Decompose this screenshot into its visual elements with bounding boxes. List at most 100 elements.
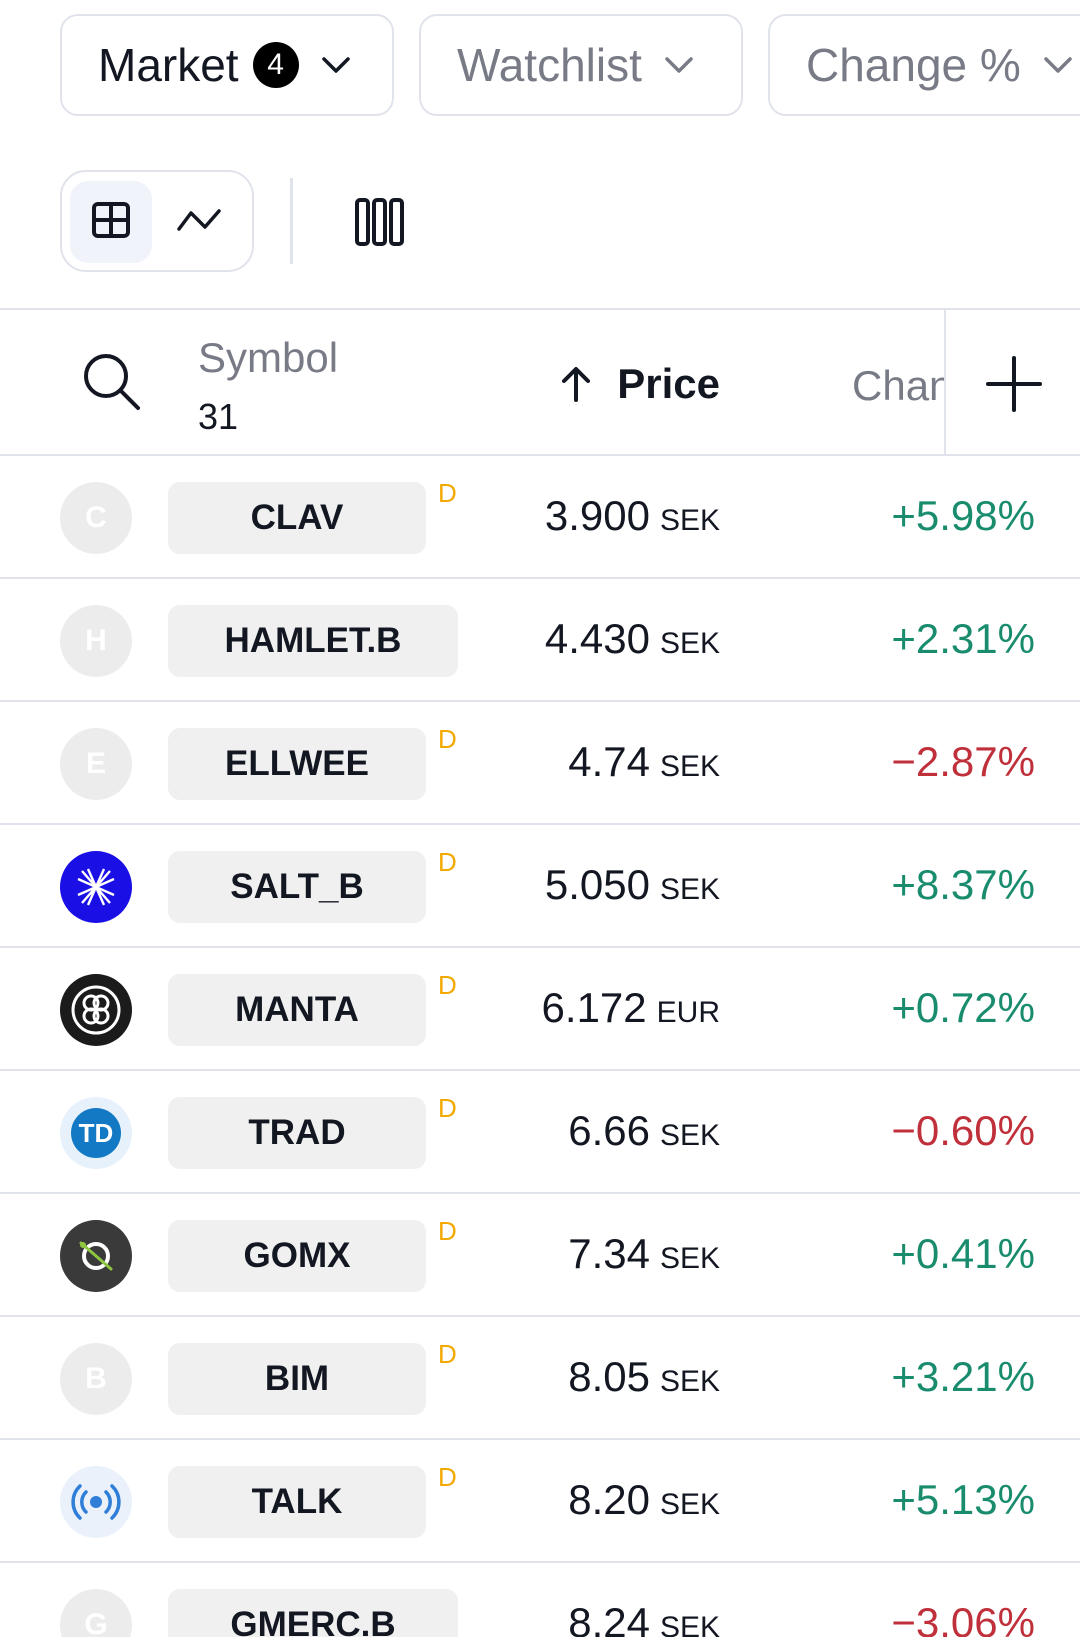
price-value: 7.34: [568, 1230, 650, 1277]
symbol-list: C CLAV D 3.900 SEK +5.98% H HAMLET.B 4.430 SEK +2.…: [0, 456, 1080, 1637]
table-row[interactable]: SALT_B D 5.050 SEK +8.37%: [0, 825, 1080, 948]
trad-logo-icon: TD: [60, 1097, 132, 1169]
table-row[interactable]: H HAMLET.B 4.430 SEK +2.31%: [0, 579, 1080, 702]
price-currency: SEK: [659, 1488, 720, 1521]
toolbar-divider: [290, 178, 293, 264]
price-cell: 8.20 SEK: [568, 1476, 720, 1524]
price-cell: 7.34 SEK: [568, 1230, 720, 1278]
change-percent: +5.13%: [891, 1476, 1035, 1523]
columns-icon: [354, 196, 406, 253]
price-currency: SEK: [659, 750, 720, 783]
table-row[interactable]: TALK D 8.20 SEK +5.13%: [0, 1440, 1080, 1563]
change-percent: −2.87%: [891, 738, 1035, 785]
market-filter-button[interactable]: Market 4: [60, 14, 394, 116]
delayed-data-marker: D: [438, 970, 457, 1000]
change-percent: +0.72%: [891, 984, 1035, 1031]
change-percent: +2.31%: [891, 615, 1035, 662]
table-header: Symbol 31 Price Chan: [0, 308, 1080, 456]
add-column-button[interactable]: [984, 354, 1044, 414]
symbol-ticker[interactable]: CLAV: [168, 482, 426, 554]
price-value: 8.24: [568, 1599, 650, 1637]
sort-ascending-icon: [561, 366, 591, 402]
change-column-header[interactable]: Chan: [852, 362, 946, 410]
price-value: 6.172: [541, 984, 647, 1031]
table-icon: [91, 200, 131, 245]
chart-view-button[interactable]: [158, 181, 240, 263]
chevron-down-icon: [664, 56, 694, 74]
chevron-down-icon: [321, 56, 351, 74]
search-icon[interactable]: [80, 350, 144, 414]
delayed-data-marker: D: [438, 1462, 457, 1492]
table-row[interactable]: G GMERC.B 8.24 SEK −3.06%: [0, 1563, 1080, 1637]
price-value: 4.74: [568, 738, 650, 785]
delayed-data-marker: D: [438, 478, 457, 508]
watchlist-filter-button[interactable]: Watchlist: [419, 14, 743, 116]
change-percent: +5.98%: [891, 492, 1035, 539]
delayed-data-marker: D: [438, 1093, 457, 1123]
price-cell: 6.172 EUR: [542, 984, 720, 1032]
price-column-header[interactable]: Price: [561, 360, 720, 408]
price-cell: 6.66 SEK: [568, 1107, 720, 1155]
symbol-ticker[interactable]: HAMLET.B: [168, 605, 458, 677]
price-currency: SEK: [659, 1242, 720, 1275]
symbol-ticker[interactable]: SALT_B: [168, 851, 426, 923]
price-cell: 3.900 SEK: [545, 492, 720, 540]
price-cell: 8.05 SEK: [568, 1353, 720, 1401]
symbol-ticker[interactable]: MANTA: [168, 974, 426, 1046]
change-percent: −0.60%: [891, 1107, 1035, 1154]
market-filter-label: Market: [98, 39, 239, 91]
price-value: 8.20: [568, 1476, 650, 1523]
screener-page: Market 4 Watchlist Change % Symbol 31 Pr…: [0, 0, 1080, 1637]
salt-logo-icon: [60, 851, 132, 923]
change-percent: +0.41%: [891, 1230, 1035, 1277]
symbol-logo: E: [60, 728, 132, 800]
price-currency: SEK: [659, 873, 720, 906]
table-row[interactable]: TD TRAD D 6.66 SEK −0.60%: [0, 1071, 1080, 1194]
symbol-logo: H: [60, 605, 132, 677]
change-filter-label: Change %: [806, 39, 1021, 91]
delayed-data-marker: D: [438, 724, 457, 754]
price-value: 5.050: [544, 861, 650, 908]
delayed-data-marker: D: [438, 1216, 457, 1246]
symbol-logo: G: [60, 1589, 132, 1637]
change-filter-button[interactable]: Change %: [768, 14, 1080, 116]
symbol-ticker[interactable]: TALK: [168, 1466, 426, 1538]
table-row[interactable]: E ELLWEE D 4.74 SEK −2.87%: [0, 702, 1080, 825]
symbol-ticker[interactable]: TRAD: [168, 1097, 426, 1169]
table-row[interactable]: C CLAV D 3.900 SEK +5.98%: [0, 456, 1080, 579]
table-row[interactable]: MANTA D 6.172 EUR +0.72%: [0, 948, 1080, 1071]
table-row[interactable]: B BIM D 8.05 SEK +3.21%: [0, 1317, 1080, 1440]
symbol-ticker[interactable]: ELLWEE: [168, 728, 426, 800]
table-view-button[interactable]: [70, 181, 152, 263]
symbol-column-header[interactable]: Symbol: [198, 334, 338, 382]
delayed-data-marker: D: [438, 847, 457, 877]
price-currency: SEK: [659, 1611, 720, 1637]
svg-text:TD: TD: [79, 1118, 114, 1148]
change-percent: −3.06%: [891, 1599, 1035, 1637]
change-percent: +8.37%: [891, 861, 1035, 908]
chevron-down-icon: [1043, 56, 1073, 74]
symbol-logo: C: [60, 482, 132, 554]
symbol-ticker[interactable]: GMERC.B: [168, 1589, 458, 1637]
symbol-ticker[interactable]: GOMX: [168, 1220, 426, 1292]
price-value: 8.05: [568, 1353, 650, 1400]
view-toggle: [60, 170, 254, 272]
line-chart-icon: [177, 207, 221, 238]
price-currency: SEK: [659, 504, 720, 537]
talk-logo-icon: [60, 1466, 132, 1538]
manta-logo-icon: [60, 974, 132, 1046]
columns-settings-button[interactable]: [340, 184, 420, 264]
price-cell: 5.050 SEK: [545, 861, 720, 909]
symbol-ticker[interactable]: BIM: [168, 1343, 426, 1415]
price-currency: SEK: [659, 1119, 720, 1152]
price-value: 4.430: [544, 615, 650, 662]
price-column-label: Price: [617, 360, 720, 407]
price-currency: SEK: [659, 627, 720, 660]
plus-icon: [986, 356, 1042, 412]
price-currency: SEK: [659, 1365, 720, 1398]
price-cell: 4.430 SEK: [545, 615, 720, 663]
table-row[interactable]: GOMX D 7.34 SEK +0.41%: [0, 1194, 1080, 1317]
price-value: 6.66: [568, 1107, 650, 1154]
column-separator: [944, 310, 946, 456]
delayed-data-marker: D: [438, 1339, 457, 1369]
